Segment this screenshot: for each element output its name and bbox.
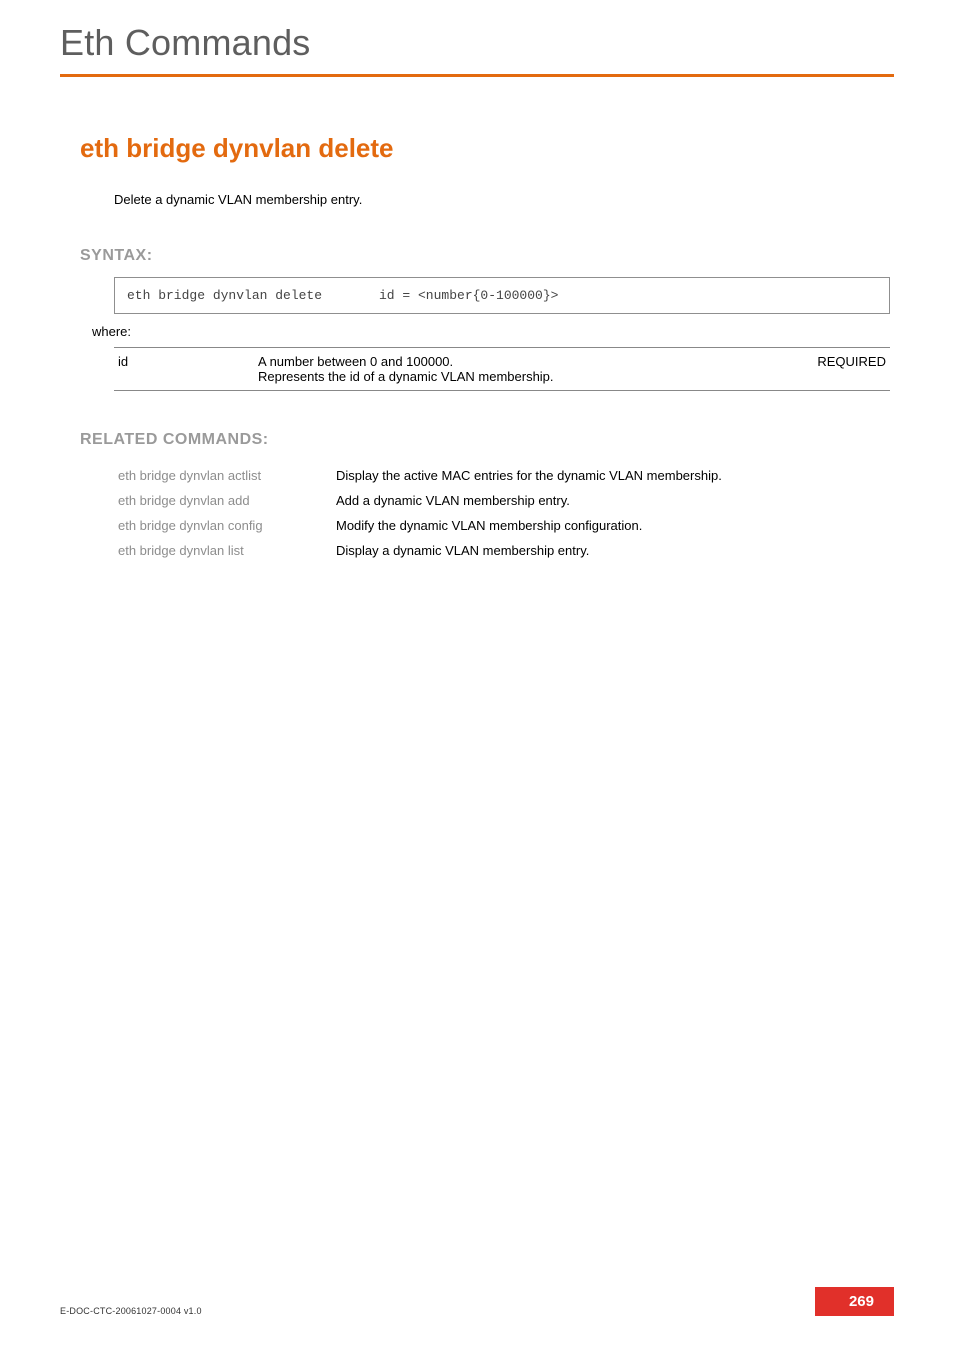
related-command-name: eth bridge dynvlan config [114, 513, 332, 538]
related-command-desc: Modify the dynamic VLAN membership confi… [332, 513, 890, 538]
parameter-table: id A number between 0 and 100000. Repres… [114, 347, 890, 391]
syntax-box: eth bridge dynvlan delete id = <number{0… [114, 277, 890, 314]
command-title: eth bridge dynvlan delete [80, 133, 894, 164]
table-row: eth bridge dynvlan config Modify the dyn… [114, 513, 890, 538]
page: Eth Commands eth bridge dynvlan delete D… [0, 0, 954, 1350]
related-command-desc: Display the active MAC entries for the d… [332, 463, 890, 488]
related-commands-table: eth bridge dynvlan actlist Display the a… [114, 463, 890, 563]
table-row: eth bridge dynvlan list Display a dynami… [114, 538, 890, 563]
related-commands-label: RELATED COMMANDS: [80, 431, 894, 449]
param-description: A number between 0 and 100000. Represent… [254, 348, 790, 391]
related-command-name: eth bridge dynvlan list [114, 538, 332, 563]
table-row: id A number between 0 and 100000. Repres… [114, 348, 890, 391]
table-row: eth bridge dynvlan add Add a dynamic VLA… [114, 488, 890, 513]
related-command-name: eth bridge dynvlan add [114, 488, 332, 513]
param-desc-line: A number between 0 and 100000. [258, 354, 786, 369]
header-rule [60, 74, 894, 77]
page-header-title: Eth Commands [60, 22, 894, 64]
command-description: Delete a dynamic VLAN membership entry. [114, 192, 894, 207]
syntax-where-label: where: [92, 324, 894, 339]
param-required: REQUIRED [790, 348, 890, 391]
related-command-desc: Add a dynamic VLAN membership entry. [332, 488, 890, 513]
related-command-name: eth bridge dynvlan actlist [114, 463, 332, 488]
syntax-command-text: eth bridge dynvlan delete [127, 288, 379, 303]
page-number: 269 [815, 1287, 894, 1316]
page-footer: E-DOC-CTC-20061027-0004 v1.0 269 [60, 1287, 894, 1316]
param-name: id [114, 348, 254, 391]
param-desc-line: Represents the id of a dynamic VLAN memb… [258, 369, 786, 384]
related-command-desc: Display a dynamic VLAN membership entry. [332, 538, 890, 563]
syntax-argument-text: id = <number{0-100000}> [379, 288, 558, 303]
table-row: eth bridge dynvlan actlist Display the a… [114, 463, 890, 488]
syntax-label: SYNTAX: [80, 247, 894, 265]
document-id: E-DOC-CTC-20061027-0004 v1.0 [60, 1306, 202, 1316]
